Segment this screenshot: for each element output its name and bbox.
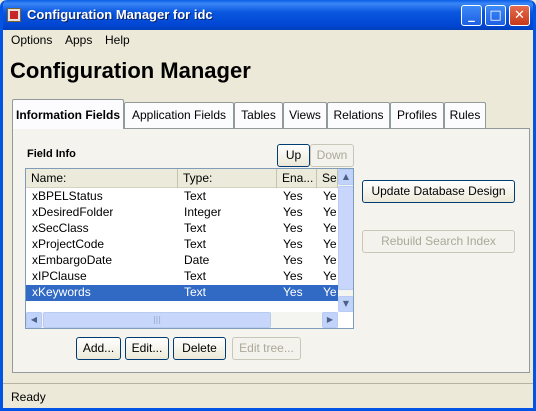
table-row[interactable]: xDesiredFolder Integer Yes Ye: [26, 205, 338, 221]
cell-name: xSecClass: [32, 221, 89, 235]
edit-tree-button[interactable]: Edit tree...: [232, 337, 301, 360]
window-title: Configuration Manager for idc: [27, 7, 213, 22]
cell-type: Text: [184, 189, 207, 203]
cell-type: Text: [184, 269, 207, 283]
tab-views[interactable]: Views: [283, 102, 327, 128]
cell-search: Ye: [323, 189, 337, 203]
cell-search: Ye: [323, 285, 337, 299]
close-icon[interactable]: ✕: [509, 5, 530, 26]
update-database-design-button[interactable]: Update Database Design: [362, 180, 515, 203]
cell-name: xIPClause: [32, 269, 87, 283]
table-row[interactable]: xBPELStatus Text Yes Ye: [26, 189, 338, 205]
status-text: Ready: [11, 390, 46, 404]
horizontal-scroll-thumb[interactable]: |||: [43, 312, 271, 328]
tab-profiles[interactable]: Profiles: [390, 102, 444, 128]
minimize-icon[interactable]: _: [461, 5, 482, 26]
delete-button[interactable]: Delete: [173, 337, 226, 360]
tab-application-fields[interactable]: Application Fields: [124, 102, 234, 128]
cell-enabled: Yes: [283, 189, 303, 203]
menu-bar: Options Apps Help: [3, 30, 533, 50]
tab-rules[interactable]: Rules: [444, 102, 486, 128]
table-rows: xBPELStatus Text Yes Ye xDesiredFolder I…: [26, 189, 338, 301]
rebuild-search-index-button[interactable]: Rebuild Search Index: [362, 230, 515, 253]
cell-name: xKeywords: [32, 285, 91, 299]
table-row-selected[interactable]: xKeywords Text Yes Ye: [26, 285, 338, 301]
cell-type: Text: [184, 285, 207, 299]
cell-type: Integer: [184, 205, 222, 219]
table-row[interactable]: xSecClass Text Yes Ye: [26, 221, 338, 237]
cell-search: Ye: [323, 253, 337, 267]
cell-name: xBPELStatus: [32, 189, 103, 203]
menu-options[interactable]: Options: [11, 33, 52, 47]
tab-information-fields[interactable]: Information Fields: [12, 99, 124, 129]
page-title: Configuration Manager: [10, 58, 251, 83]
cell-enabled: Yes: [283, 269, 303, 283]
cell-name: xDesiredFolder: [32, 205, 114, 219]
add-button[interactable]: Add...: [76, 337, 121, 360]
up-button[interactable]: Up: [277, 144, 310, 167]
table-header: Name: Type: Ena... Se: [26, 169, 338, 188]
cell-name: xProjectCode: [32, 237, 105, 251]
column-enabled[interactable]: Ena...: [277, 169, 317, 188]
scroll-right-icon[interactable]: ▶: [322, 312, 338, 328]
cell-enabled: Yes: [283, 285, 303, 299]
cell-search: Ye: [323, 237, 337, 251]
field-info-label: Field Info: [27, 148, 76, 160]
cell-type: Date: [184, 253, 210, 267]
cell-enabled: Yes: [283, 237, 303, 251]
maximize-icon[interactable]: □: [485, 5, 506, 26]
title-bar[interactable]: Configuration Manager for idc _ □ ✕: [3, 0, 533, 30]
table-row[interactable]: xEmbargoDate Date Yes Ye: [26, 253, 338, 269]
table-row[interactable]: xProjectCode Text Yes Ye: [26, 237, 338, 253]
vertical-scroll-thumb[interactable]: [338, 186, 353, 290]
down-button[interactable]: Down: [310, 144, 354, 167]
tab-tables[interactable]: Tables: [234, 102, 283, 128]
column-name[interactable]: Name:: [26, 169, 178, 188]
scroll-left-icon[interactable]: ◀: [26, 312, 42, 328]
cell-enabled: Yes: [283, 253, 303, 267]
app-icon: [7, 8, 21, 22]
vertical-scrollbar[interactable]: ▲ ▼: [338, 169, 353, 312]
column-type[interactable]: Type:: [178, 169, 277, 188]
menu-apps[interactable]: Apps: [65, 33, 92, 47]
status-bar: Ready: [3, 383, 533, 408]
scroll-down-icon[interactable]: ▼: [338, 296, 353, 312]
cell-enabled: Yes: [283, 221, 303, 235]
tab-relations[interactable]: Relations: [327, 102, 390, 128]
cell-type: Text: [184, 237, 207, 251]
cell-search: Ye: [323, 205, 337, 219]
app-window: Configuration Manager for idc _ □ ✕ Opti…: [0, 0, 536, 411]
column-search[interactable]: Se: [317, 169, 338, 188]
cell-name: xEmbargoDate: [32, 253, 113, 267]
cell-enabled: Yes: [283, 205, 303, 219]
cell-type: Text: [184, 221, 207, 235]
cell-search: Ye: [323, 221, 337, 235]
horizontal-scrollbar[interactable]: ◀ ||| ▶: [26, 312, 338, 328]
edit-button[interactable]: Edit...: [125, 337, 169, 360]
scroll-up-icon[interactable]: ▲: [338, 169, 353, 185]
field-table[interactable]: Name: Type: Ena... Se xBPELStatus Text Y…: [25, 168, 354, 329]
cell-search: Ye: [323, 269, 337, 283]
table-row[interactable]: xIPClause Text Yes Ye: [26, 269, 338, 285]
menu-help[interactable]: Help: [105, 33, 130, 47]
